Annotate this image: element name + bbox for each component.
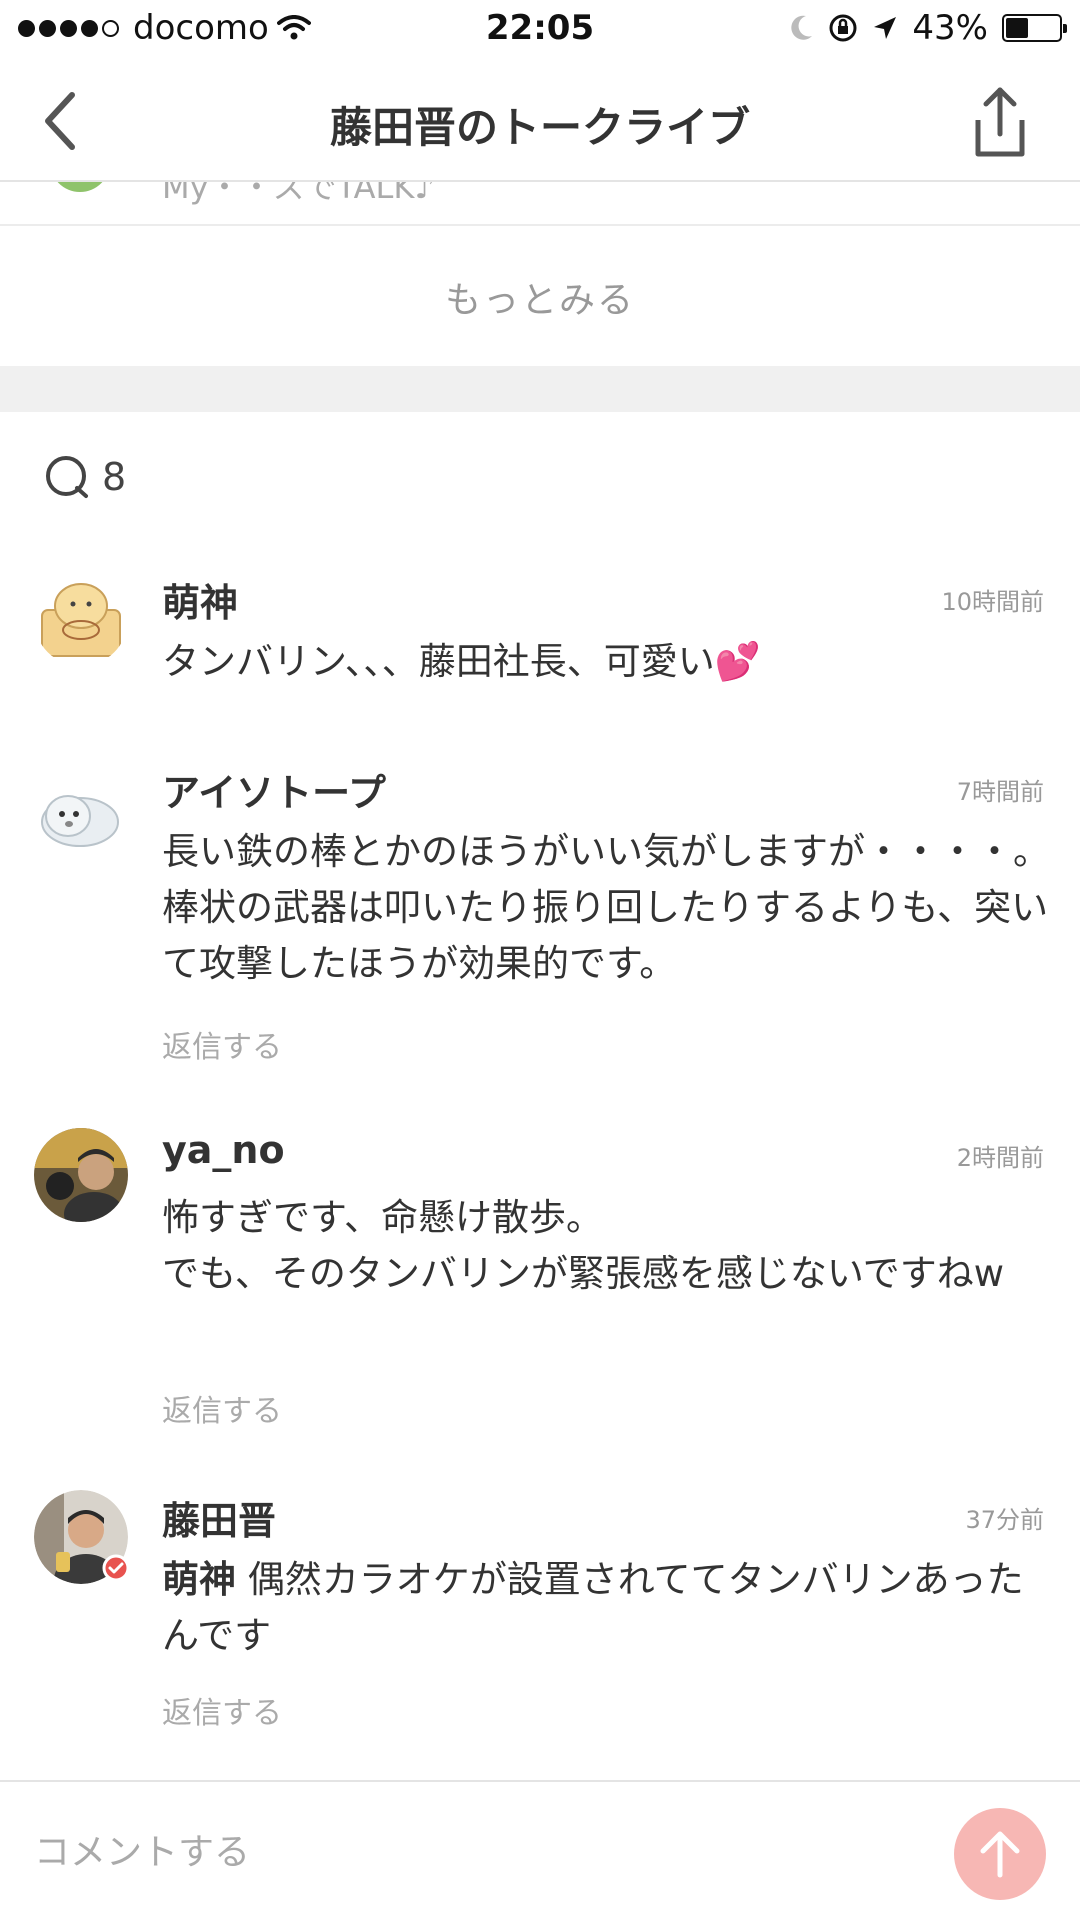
comment-text: 怖すぎです、命懸け散歩。 でも、そのタンバリンが緊張感を感じないですねw: [162, 1190, 1062, 1302]
more-button[interactable]: もっとみる: [0, 228, 1080, 366]
mention-link[interactable]: 萌神: [162, 1558, 236, 1601]
avatar-image: [34, 1128, 128, 1222]
avatar: [50, 182, 110, 192]
verified-badge-icon: [102, 1554, 130, 1582]
avatar[interactable]: [34, 768, 128, 862]
comment-time: 37分前: [965, 1506, 1044, 1534]
comment-author[interactable]: 藤田晋: [162, 1490, 276, 1545]
comment-text-line: 怖すぎです、命懸け散歩。: [162, 1196, 604, 1239]
comment-input[interactable]: [34, 1822, 914, 1882]
comment-time: 2時間前: [956, 1144, 1044, 1172]
comment-time: 7時間前: [956, 778, 1044, 806]
section-divider: [0, 366, 1080, 412]
comment-text-line: でも、そのタンバリンが緊張感を感じないですねw: [162, 1252, 1005, 1295]
avatar[interactable]: [34, 572, 128, 666]
comment-author[interactable]: ya_no: [162, 1128, 285, 1172]
share-icon: [975, 87, 1025, 157]
battery-level: [1006, 18, 1029, 38]
battery-percent: 43%: [912, 8, 988, 48]
comment-text: 萌神 偶然カラオケが設置されててタンバリンあったんです: [162, 1552, 1052, 1664]
comment-text-content: 偶然カラオケが設置されててタンバリンあったんです: [162, 1558, 1024, 1657]
share-button[interactable]: [964, 84, 1036, 160]
send-button[interactable]: [954, 1808, 1046, 1900]
reply-button[interactable]: 返信する: [162, 1022, 282, 1066]
location-arrow-icon: [874, 17, 897, 39]
status-right: 43%: [788, 8, 1067, 48]
avatar-image: [34, 572, 128, 666]
moon-icon: [791, 15, 813, 40]
reply-button[interactable]: 返信する: [162, 1688, 282, 1732]
previous-content-peek: My・・スでTALK♪: [0, 182, 1080, 226]
comment-time: 10時間前: [941, 588, 1044, 616]
peek-text: My・・スでTALK♪: [162, 182, 435, 206]
avatar-image: [34, 768, 128, 862]
nav-bar: 藤田晋のトークライブ: [0, 60, 1080, 182]
avatar[interactable]: [34, 1128, 128, 1222]
comment-bar: [0, 1780, 1080, 1920]
avatar[interactable]: [34, 1490, 130, 1584]
comment-count: 8: [44, 454, 126, 500]
arrow-up-icon: [980, 1831, 1020, 1878]
comment-text: タンバリン、、、藤田社長、可愛い💕: [162, 640, 761, 683]
comment-author[interactable]: 萌神: [162, 572, 238, 627]
comment-text: 長い鉄の棒とかのほうがいい気がしますが・・・・。棒状の武器は叩いたり振り回したり…: [162, 830, 1050, 985]
page-title: 藤田晋のトークライブ: [329, 103, 750, 152]
comment-count-value: 8: [102, 455, 127, 499]
status-bar: docomo 22:05 43%: [0, 0, 1080, 60]
reply-button[interactable]: 返信する: [162, 1386, 282, 1430]
rotation-lock-icon: [829, 14, 857, 42]
comment-bubble-icon: [46, 456, 88, 498]
comment-author[interactable]: アイソトープ: [162, 762, 386, 817]
battery-icon: [1002, 14, 1067, 42]
